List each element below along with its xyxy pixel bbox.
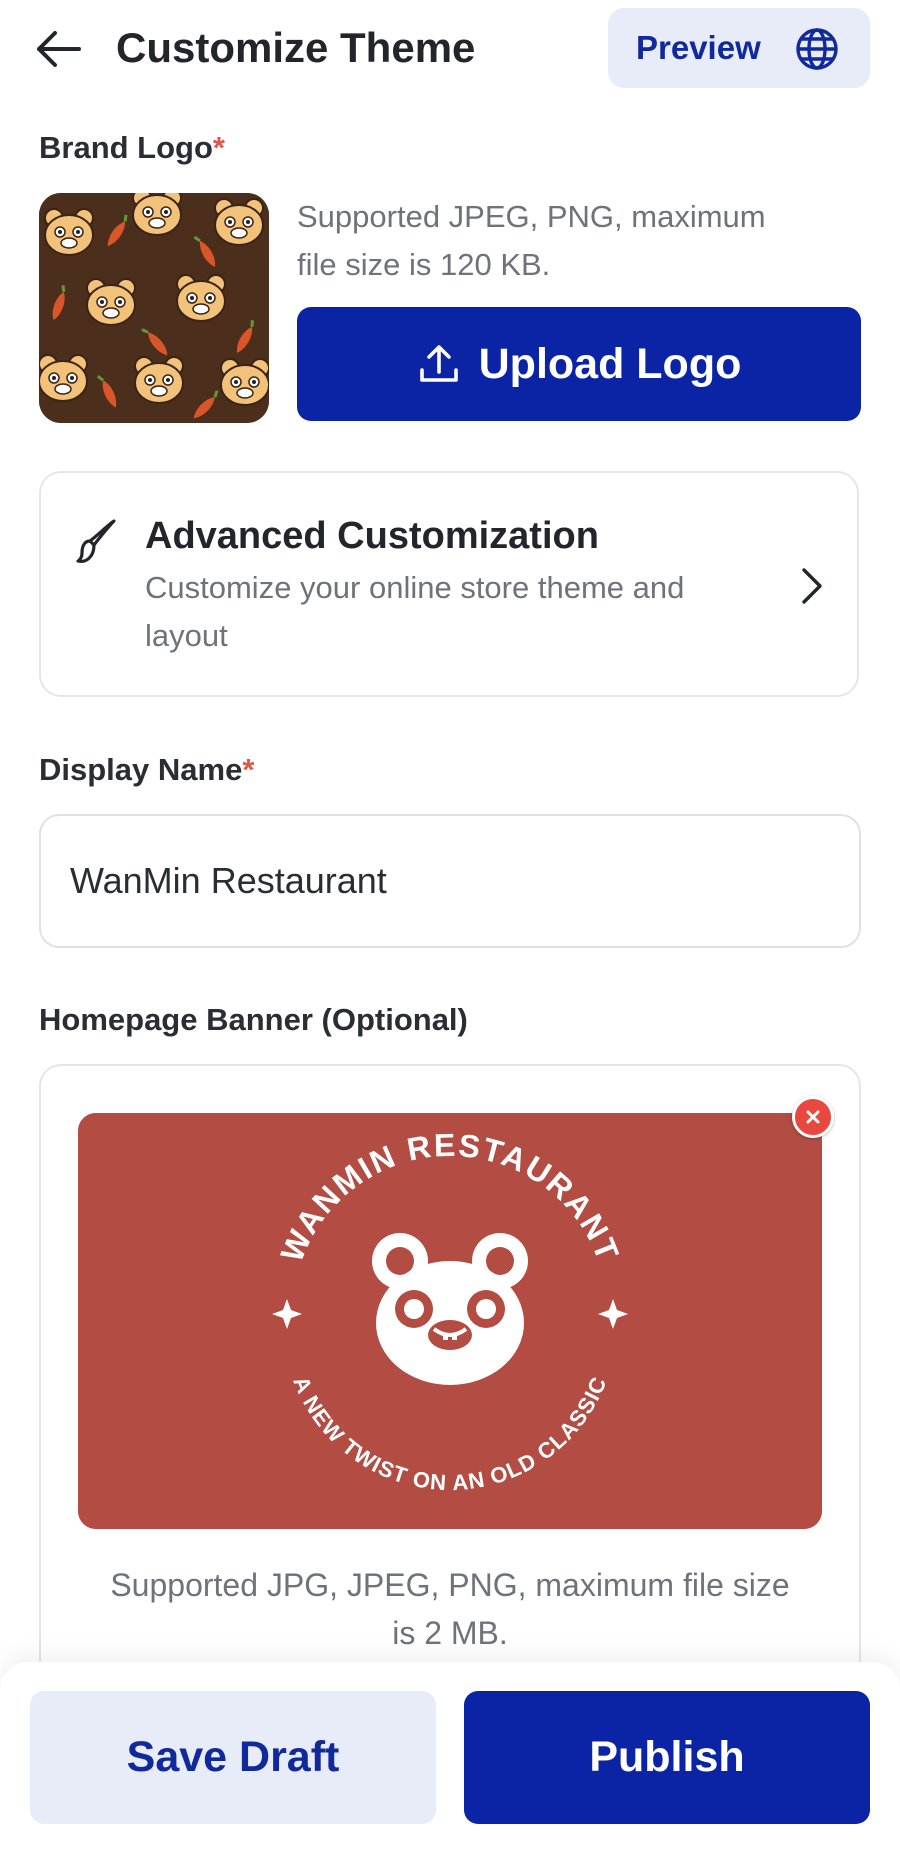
publish-button[interactable]: Publish	[464, 1691, 870, 1824]
logo-hint-line1: Supported JPEG, PNG, maximum	[297, 199, 766, 234]
brush-icon	[76, 519, 116, 563]
banner-image: WANMIN RESTAURANT A NEW TWIST ON AN OLD …	[78, 1113, 822, 1529]
remove-banner-button[interactable]	[792, 1096, 834, 1138]
arrow-left-icon	[37, 31, 81, 67]
display-name-label: Display Name*	[39, 752, 255, 787]
upload-icon	[419, 345, 458, 382]
save-draft-button[interactable]: Save Draft	[30, 1691, 436, 1824]
upload-logo-button[interactable]: Upload Logo	[297, 307, 861, 421]
required-mark: *	[242, 752, 255, 787]
description-line1: Customize your online store theme and	[145, 570, 685, 605]
page-title: Customize Theme	[116, 24, 476, 71]
banner-hint: Supported JPG, JPEG, PNG, maximum file s…	[60, 1561, 840, 1657]
display-name-input[interactable]	[39, 814, 861, 948]
brand-logo-image	[39, 193, 269, 423]
required-mark: *	[212, 130, 225, 165]
homepage-banner-label: Homepage Banner (Optional)	[39, 1002, 468, 1037]
logo-hint-line2: file size is 120 KB.	[297, 247, 551, 282]
back-button[interactable]	[34, 26, 82, 72]
chevron-right-icon	[802, 568, 822, 604]
banner-hint-line1: Supported JPG, JPEG, PNG, maximum file s…	[110, 1567, 790, 1603]
advanced-customization-title: Advanced Customization	[145, 515, 599, 557]
preview-button[interactable]: Preview	[608, 8, 870, 88]
brand-logo-label: Brand Logo*	[39, 130, 225, 165]
banner-hint-line2: is 2 MB.	[392, 1615, 508, 1651]
description-line2: layout	[145, 618, 228, 653]
preview-label: Preview	[636, 29, 761, 66]
advanced-customization-description: Customize your online store theme and la…	[145, 564, 785, 660]
close-icon	[806, 1110, 820, 1124]
globe-icon	[796, 28, 838, 70]
upload-logo-label: Upload Logo	[478, 339, 742, 388]
